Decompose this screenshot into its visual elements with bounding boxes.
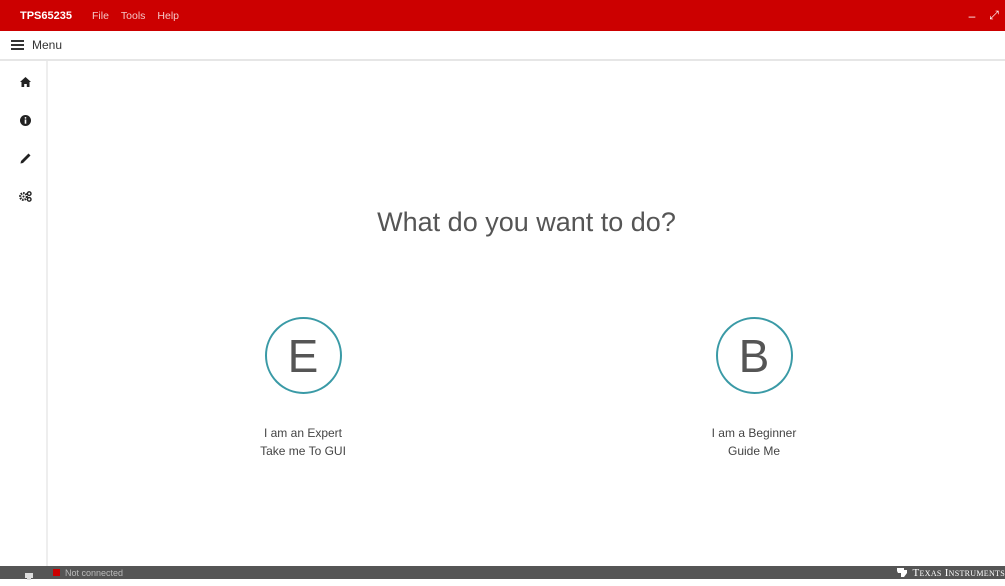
beginner-subtitle: Guide Me — [727, 444, 781, 458]
info-icon[interactable] — [18, 113, 32, 127]
app-title: TPS65235 — [20, 9, 72, 22]
sidebar — [0, 61, 48, 566]
status-text: Not connected — [65, 567, 124, 578]
status-indicator — [53, 569, 60, 576]
connection-icon[interactable] — [24, 568, 34, 586]
menu-help[interactable]: Help — [157, 10, 179, 22]
expert-letter: E — [287, 329, 319, 382]
ti-logo-icon — [896, 568, 907, 577]
pencil-icon[interactable] — [18, 151, 32, 165]
expert-title: I am an Expert — [263, 426, 343, 440]
home-icon[interactable] — [18, 75, 32, 89]
ti-logo: Texas Instruments — [895, 566, 1005, 579]
menu-tools[interactable]: Tools — [121, 10, 146, 22]
beginner-circle[interactable]: B — [715, 317, 793, 394]
beginner-title: I am a Beginner — [711, 426, 797, 440]
status-bar: Not connected Texas Instruments — [0, 566, 1005, 580]
gears-icon[interactable] — [18, 189, 32, 203]
main-panel: What do you want to do? E I am an Expert… — [48, 61, 1005, 566]
window-controls: – ⤢ — [961, 0, 1005, 31]
beginner-option[interactable]: B I am a Beginner Guide Me — [654, 317, 854, 460]
menu-bar: Menu — [0, 31, 1005, 61]
brand-name: Texas Instruments — [912, 566, 1005, 579]
expert-subtitle: Take me To GUI — [260, 444, 346, 458]
hamburger-icon[interactable] — [11, 40, 24, 50]
beginner-letter: B — [738, 329, 770, 382]
minimize-button[interactable]: – — [961, 9, 983, 23]
menu-file[interactable]: File — [92, 10, 109, 22]
expert-option[interactable]: E I am an Expert Take me To GUI — [203, 317, 403, 460]
title-bar: TPS65235 File Tools Help – ⤢ — [0, 0, 1005, 31]
page-title: What do you want to do? — [377, 207, 676, 237]
menu-label[interactable]: Menu — [32, 38, 62, 52]
restore-button[interactable]: ⤢ — [983, 8, 1005, 23]
expert-circle[interactable]: E — [264, 317, 342, 394]
